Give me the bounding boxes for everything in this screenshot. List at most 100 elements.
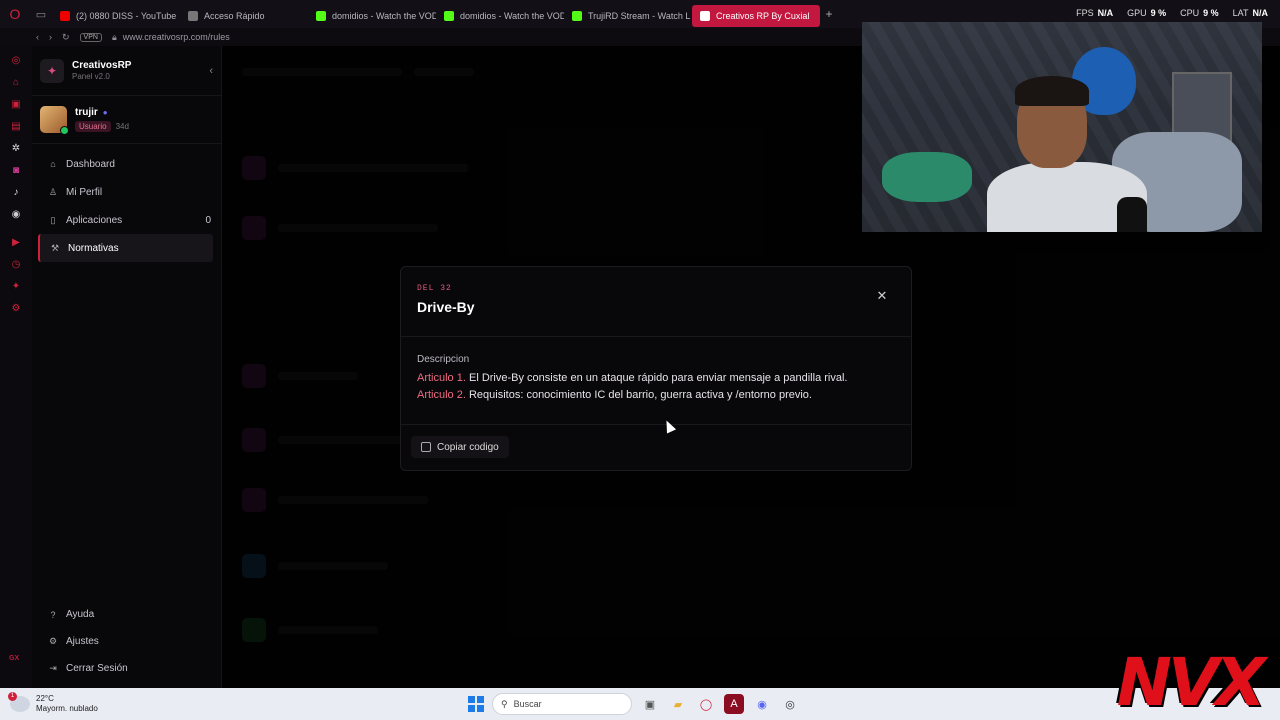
brand-name: CreativosRP <box>72 60 132 71</box>
copy-icon <box>421 442 431 452</box>
heart-shield-icon <box>700 10 710 21</box>
copy-code-button[interactable]: Copiar codigo <box>411 436 509 458</box>
sidebar-item-rules[interactable]: ⚒ Normativas <box>38 234 213 262</box>
description-label: Descripcion <box>417 354 470 365</box>
user-icon: ♙ <box>48 186 58 197</box>
stat-lat: LAT N/A <box>1232 8 1268 18</box>
user-card[interactable]: trujir ● Usuario 34d <box>32 96 221 144</box>
discord-icon[interactable]: ◉ <box>0 203 32 225</box>
gear-icon: ⚙ <box>48 636 58 646</box>
document-icon: ▯ <box>50 214 56 225</box>
sidebar-item-applications[interactable]: ▯ Aplicaciones 0 <box>38 206 213 234</box>
instagram-icon[interactable]: ◙ <box>0 159 32 181</box>
main-nav: ⌂ Dashboard ♙ Mi Perfil ▯ Aplicaciones 0 ⚒ No… <box>32 144 221 262</box>
role-badge: Usuario <box>75 121 111 132</box>
screen: O ▭ (2) 0880 DISS - YouTube Acceso Rápid… <box>0 0 1280 720</box>
lock-icon: 🔒︎ <box>111 31 117 42</box>
shopping-icon[interactable]: ⌂ <box>0 71 32 93</box>
obs-icon[interactable]: ◎ <box>780 694 800 714</box>
modal-title: Drive-By <box>417 299 475 315</box>
back-icon[interactable]: ‹ <box>36 32 39 42</box>
task-view-icon[interactable]: ▣ <box>640 694 660 714</box>
file-explorer-icon[interactable]: ▰ <box>668 694 688 714</box>
close-icon[interactable]: ✕ <box>875 289 889 303</box>
sidebar-item-settings[interactable]: ⚙ Ajustes <box>38 628 213 655</box>
modal-header: DEL 32 Drive-By ✕ <box>401 267 911 337</box>
weather-widget[interactable]: 22°C Mayorm. nublado <box>8 692 98 714</box>
modal-footer: Copiar codigo <box>401 425 911 469</box>
article-1: Articulo 1. El Drive-By consiste en un a… <box>417 372 848 384</box>
modal-body: Descripcion Articulo 1. El Drive-By cons… <box>401 337 911 425</box>
tab-kick-vod-2[interactable]: domidios - Watch the VOD <box>436 5 564 27</box>
sidebar-item-profile[interactable]: ♙ Mi Perfil <box>38 178 213 206</box>
stream-logo: NVX <box>1116 644 1266 720</box>
webcam-overlay <box>862 22 1262 232</box>
sidebar-item-logout[interactable]: ⇥ Cerrar Sesión <box>38 655 213 682</box>
gavel-icon: ⚒ <box>50 242 60 253</box>
opera-gx-icon[interactable]: ◯ <box>696 694 716 714</box>
sidebar: ✦ CreativosRP Panel v2.0 ‹ trujir ● Usuar… <box>32 46 222 688</box>
cloth <box>882 152 972 202</box>
extensions-icon[interactable]: ✦ <box>0 275 32 297</box>
play-icon[interactable]: ▶ <box>0 231 32 253</box>
tiktok-icon[interactable]: ♪ <box>0 181 32 203</box>
windows-start-icon[interactable] <box>468 696 484 712</box>
brand: ✦ CreativosRP Panel v2.0 ‹ <box>32 46 221 96</box>
rule-code: DEL 32 <box>417 284 452 293</box>
browser-side-strip: ◎ ⌂ ▣ ▤ ✲ ◙ ♪ ◉ ▶ ◷ ✦ ⚙ GX <box>0 46 32 688</box>
sidebar-item-dashboard[interactable]: ⌂ Dashboard <box>38 150 213 178</box>
adobe-icon[interactable]: A <box>724 694 744 714</box>
brand-version: Panel v2.0 <box>72 72 110 81</box>
grid-icon <box>188 10 198 21</box>
bottom-nav: ? Ayuda ⚙ Ajustes ⇥ Cerrar Sesión <box>32 601 221 682</box>
tab-quick-access[interactable]: Acceso Rápido <box>180 5 308 27</box>
home-icon: ⌂ <box>50 159 56 169</box>
rule-modal: DEL 32 Drive-By ✕ Descripcion Articulo 1… <box>400 266 912 471</box>
taskbar: 22°C Mayorm. nublado ⚲Buscar ▣ ▰ ◯ A ◉ ◎ <box>0 688 1280 720</box>
brand-logo-icon: ✦ <box>40 58 64 83</box>
settings-icon[interactable]: ⚙ <box>0 297 32 319</box>
user-name: trujir <box>75 107 98 118</box>
reload-icon[interactable]: ↻ <box>62 32 70 43</box>
stat-cpu: CPU 9 % <box>1180 8 1219 18</box>
search-icon: ⚲ <box>501 698 508 709</box>
new-tab-button[interactable]: + <box>820 7 838 21</box>
vpn-badge[interactable]: VPN <box>79 32 102 42</box>
weather-condition: Mayorm. nublado <box>36 704 98 713</box>
discord-icon: ● <box>102 108 108 117</box>
tab-kick-vod-1[interactable]: domidios - Watch the VOD <box>308 5 436 27</box>
stream-stats: FPS N/A GPU 9 % CPU 9 % LAT N/A <box>1076 8 1268 18</box>
logout-icon: ⇥ <box>49 663 57 673</box>
collapse-sidebar-icon[interactable]: ‹ <box>209 65 213 77</box>
kick-icon <box>316 10 326 21</box>
discord-taskbar-icon[interactable]: ◉ <box>752 694 772 714</box>
url-field[interactable]: www.creativosrp.com/rules <box>123 32 230 42</box>
temperature: 22°C <box>36 694 54 703</box>
streamer <box>987 76 1147 232</box>
tab-kick-stream[interactable]: TrujiRD Stream - Watch L <box>564 5 692 27</box>
kick-icon <box>444 10 454 21</box>
player-icon[interactable]: ▤ <box>0 115 32 137</box>
sidebar-item-help[interactable]: ? Ayuda <box>38 601 213 628</box>
taskbar-apps: ⚲ Buscar ▣ ▰ ◯ A ◉ ◎ <box>468 693 800 715</box>
cloud-icon <box>8 692 30 712</box>
article-2: Articulo 2. Requisitos: conocimiento IC … <box>417 389 812 401</box>
avatar <box>40 106 69 135</box>
tab-youtube[interactable]: (2) 0880 DISS - YouTube <box>52 5 180 27</box>
opera-logo-icon[interactable]: O <box>0 0 30 28</box>
forward-icon[interactable]: › <box>49 32 52 42</box>
stat-gpu: GPU 9 % <box>1127 8 1167 18</box>
taskbar-search[interactable]: ⚲ Buscar <box>492 693 632 715</box>
gx-icon: GX <box>9 655 20 662</box>
chatgpt-icon[interactable]: ✲ <box>0 137 32 159</box>
youtube-icon <box>60 10 70 21</box>
account-age: 34d <box>115 122 129 131</box>
tab-creativos-rp[interactable]: Creativos RP By Cuxial <box>692 4 820 27</box>
history-icon[interactable]: ◷ <box>0 253 32 275</box>
stat-fps: FPS N/A <box>1076 8 1114 18</box>
tab-manager-icon[interactable]: ▭ <box>30 0 52 28</box>
twitch-icon[interactable]: ▣ <box>0 93 32 115</box>
help-icon: ? <box>50 609 56 620</box>
aria-icon[interactable]: ◎ <box>0 49 32 71</box>
applications-count: 0 <box>205 214 211 226</box>
